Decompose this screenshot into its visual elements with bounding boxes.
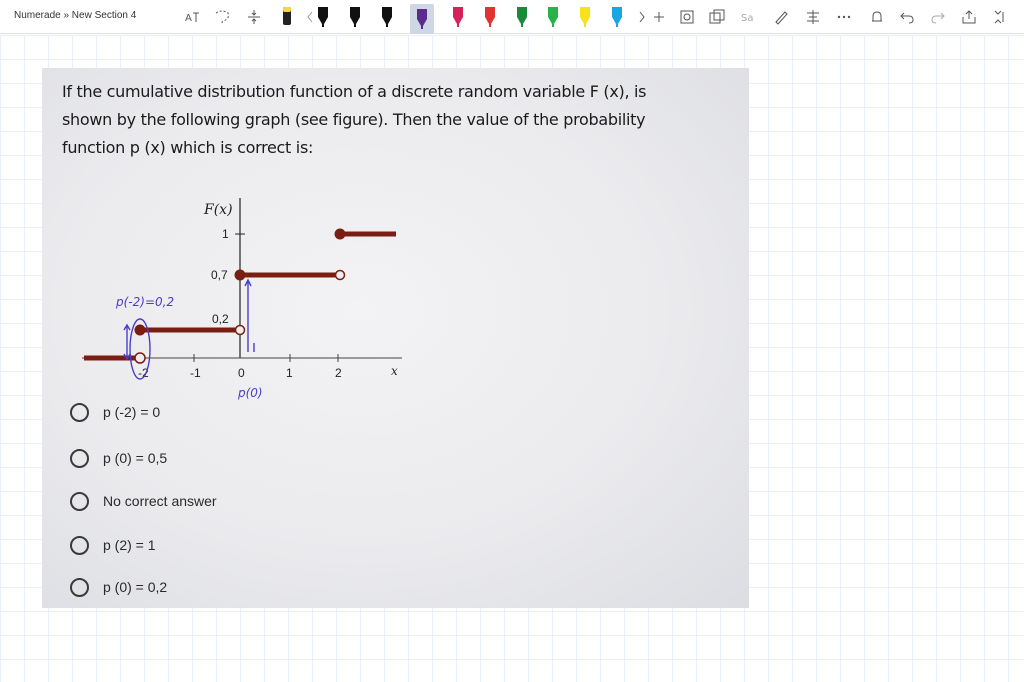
open-point-0: [234, 324, 246, 336]
x-axis-label: x: [391, 364, 398, 378]
pen-8-icon[interactable]: [541, 4, 565, 30]
eraser-icon[interactable]: [276, 4, 298, 30]
highlighter-icon[interactable]: [770, 4, 792, 30]
shape-icon[interactable]: [706, 4, 728, 30]
closed-point-2: [334, 228, 346, 240]
open-point-2: [334, 269, 346, 281]
radio-option-4[interactable]: [70, 535, 89, 555]
option-4[interactable]: p (2) = 1: [70, 534, 156, 556]
lasso-select-icon[interactable]: [211, 4, 233, 30]
option-2-label: p (0) = 0,5: [103, 450, 168, 466]
x-tick-label-1: 1: [286, 366, 293, 380]
lasso-text-icon[interactable]: A: [181, 4, 203, 30]
ruler-icon[interactable]: [676, 4, 698, 30]
option-1-label: p (-2) = 0: [103, 404, 161, 420]
pen-7-icon[interactable]: [510, 4, 534, 30]
bell-icon[interactable]: [866, 4, 888, 30]
pen-9-icon[interactable]: [573, 4, 597, 30]
redo-icon[interactable]: [927, 4, 949, 30]
pen-6-icon[interactable]: [478, 4, 502, 30]
ink-to-shape-icon[interactable]: Sa: [738, 4, 760, 30]
problem-screenshot: If the cumulative distribution function …: [42, 68, 749, 608]
option-1[interactable]: p (-2) = 0: [70, 401, 160, 423]
radio-option-3[interactable]: [70, 491, 89, 511]
ink-jump-0: [244, 278, 255, 352]
insert-space-icon[interactable]: [243, 4, 265, 30]
option-4-label: p (2) = 1: [103, 537, 156, 553]
svg-text:Sa: Sa: [741, 13, 753, 24]
radio-option-2[interactable]: [70, 448, 89, 468]
collapse-ribbon-icon[interactable]: [989, 4, 1011, 30]
pen-2-icon[interactable]: [343, 4, 367, 30]
share-icon[interactable]: [958, 4, 980, 30]
option-3-label: No correct answer: [103, 493, 217, 509]
option-3[interactable]: No correct answer: [70, 490, 217, 512]
pen-4-icon[interactable]: [410, 4, 434, 34]
radio-option-5[interactable]: [70, 577, 89, 597]
y-tick-label-0.7: 0,7: [211, 268, 228, 282]
y-axis-label: F(x): [203, 202, 233, 218]
add-pen-icon[interactable]: [648, 4, 670, 30]
y-tick-label-1: 1: [222, 227, 229, 241]
x-tick-label-2: 2: [335, 366, 342, 380]
option-5[interactable]: p (0) = 0,2: [70, 576, 167, 598]
open-point--2: [134, 352, 146, 364]
pen-5-icon[interactable]: [446, 4, 470, 30]
option-5-label: p (0) = 0,2: [103, 579, 168, 595]
undo-icon[interactable]: [896, 4, 918, 30]
x-tick-label--1: -1: [190, 366, 201, 380]
pen-3-icon[interactable]: [375, 4, 399, 30]
math-icon[interactable]: [802, 4, 824, 30]
ink-p-minus2: p(-2)=0,2: [115, 295, 174, 309]
option-2[interactable]: p (0) = 0,5: [70, 447, 167, 469]
closed-point--2: [134, 324, 146, 336]
ink-p-zero: p(0): [237, 386, 263, 400]
closed-point-0: [234, 269, 246, 281]
ink-jump-arrow: [123, 323, 131, 361]
cdf-graph: F(x) 1 0,7 0,2 -2 -1 0 1 2 x p(-2)=0,2 p…: [82, 198, 402, 400]
svg-text:A: A: [185, 13, 192, 24]
breadcrumb[interactable]: Numerade » New Section 4: [14, 10, 136, 21]
y-tick-label-0.2: 0,2: [212, 312, 229, 326]
x-tick-label-0: 0: [238, 366, 245, 380]
ribbon-toolbar: Numerade » New Section 4 A Sa: [0, 0, 1024, 34]
pen-1-icon[interactable]: [311, 4, 335, 30]
more-icon[interactable]: [833, 4, 855, 30]
pen-10-icon[interactable]: [605, 4, 629, 30]
radio-option-1[interactable]: [70, 402, 89, 422]
